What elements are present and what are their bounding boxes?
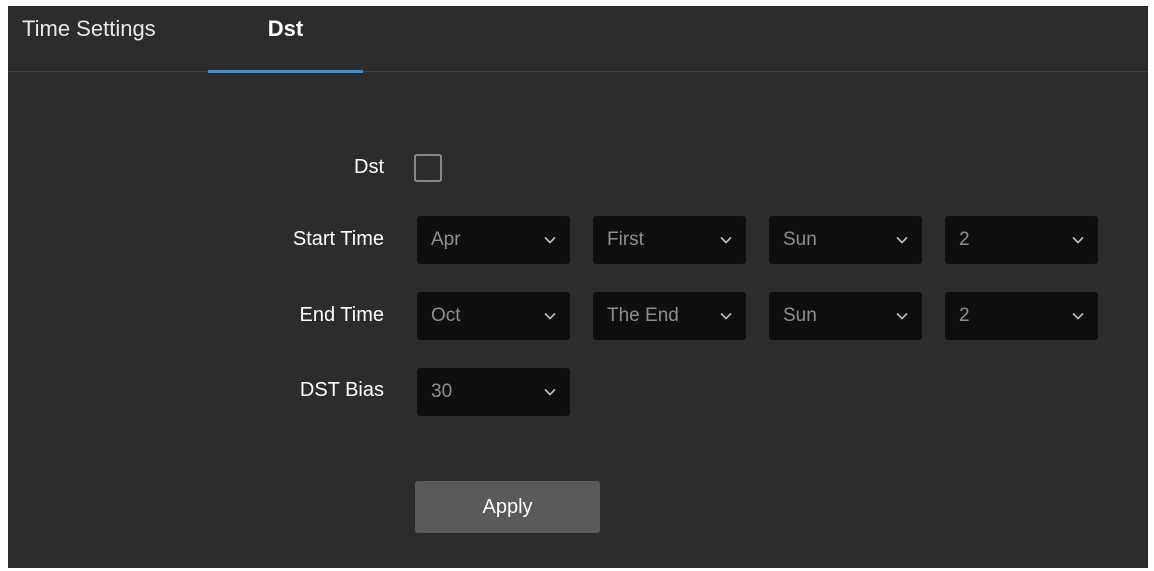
dst-bias-value: 30 <box>431 381 453 402</box>
chevron-down-icon <box>1072 312 1084 320</box>
chevron-down-icon <box>896 236 908 244</box>
chevron-down-icon <box>1072 236 1084 244</box>
end-month-select[interactable]: Oct <box>417 292 570 340</box>
dst-bias-select[interactable]: 30 <box>417 368 570 416</box>
chevron-down-icon <box>544 388 556 396</box>
end-hour-select[interactable]: 2 <box>945 292 1098 340</box>
end-hour-value: 2 <box>959 305 970 326</box>
tab-time-settings[interactable]: Time Settings <box>8 6 188 71</box>
start-day-select[interactable]: Sun <box>769 216 922 264</box>
dst-checkbox[interactable] <box>414 154 442 182</box>
start-day-value: Sun <box>783 229 817 250</box>
start-hour-select[interactable]: 2 <box>945 216 1098 264</box>
active-tab-indicator <box>208 70 363 73</box>
tab-dst[interactable]: Dst <box>208 6 363 71</box>
chevron-down-icon <box>544 236 556 244</box>
end-week-select[interactable]: The End <box>593 292 746 340</box>
start-hour-value: 2 <box>959 229 970 250</box>
tab-bar: Time Settings Dst <box>8 6 1148 73</box>
end-week-value: The End <box>607 305 679 326</box>
chevron-down-icon <box>720 236 732 244</box>
chevron-down-icon <box>720 312 732 320</box>
start-week-value: First <box>607 229 644 250</box>
end-time-label: End Time <box>299 304 384 326</box>
chevron-down-icon <box>544 312 556 320</box>
start-month-value: Apr <box>431 229 461 250</box>
dst-bias-label: DST Bias <box>299 379 384 401</box>
dst-label: Dst <box>354 156 384 178</box>
apply-button[interactable]: Apply <box>415 481 600 533</box>
end-day-select[interactable]: Sun <box>769 292 922 340</box>
end-day-value: Sun <box>783 305 817 326</box>
chevron-down-icon <box>896 312 908 320</box>
start-month-select[interactable]: Apr <box>417 216 570 264</box>
start-time-label: Start Time <box>292 228 384 250</box>
end-month-value: Oct <box>431 305 461 326</box>
dst-settings-panel: Time Settings Dst Dst Start Time Apr Fir… <box>8 6 1148 568</box>
start-week-select[interactable]: First <box>593 216 746 264</box>
